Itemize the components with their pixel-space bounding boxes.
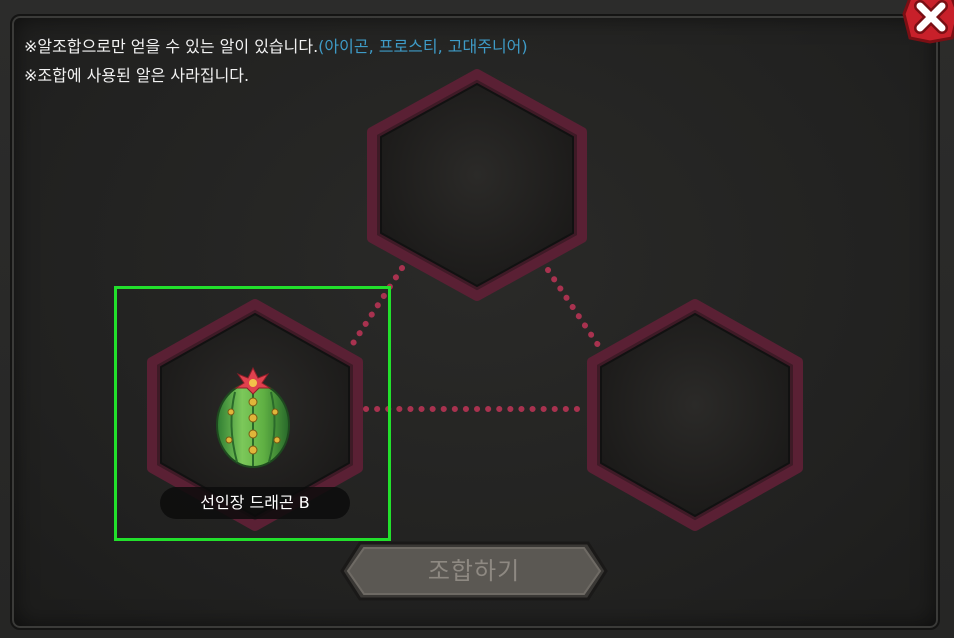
egg-slot-right[interactable] — [587, 299, 803, 531]
combine-button[interactable]: 조합하기 — [340, 540, 608, 602]
egg-combine-window: ※알조합으로만 얻을 수 있는 알이 있습니다.(아이곤, 프로스티, 고대주니… — [0, 0, 954, 638]
connector-top-right — [545, 267, 603, 351]
close-button[interactable] — [902, 0, 954, 44]
combine-button-label: 조합하기 — [427, 557, 521, 585]
selection-highlight — [114, 286, 391, 541]
egg-slot-top[interactable] — [367, 69, 587, 301]
close-x-icon — [902, 0, 954, 44]
